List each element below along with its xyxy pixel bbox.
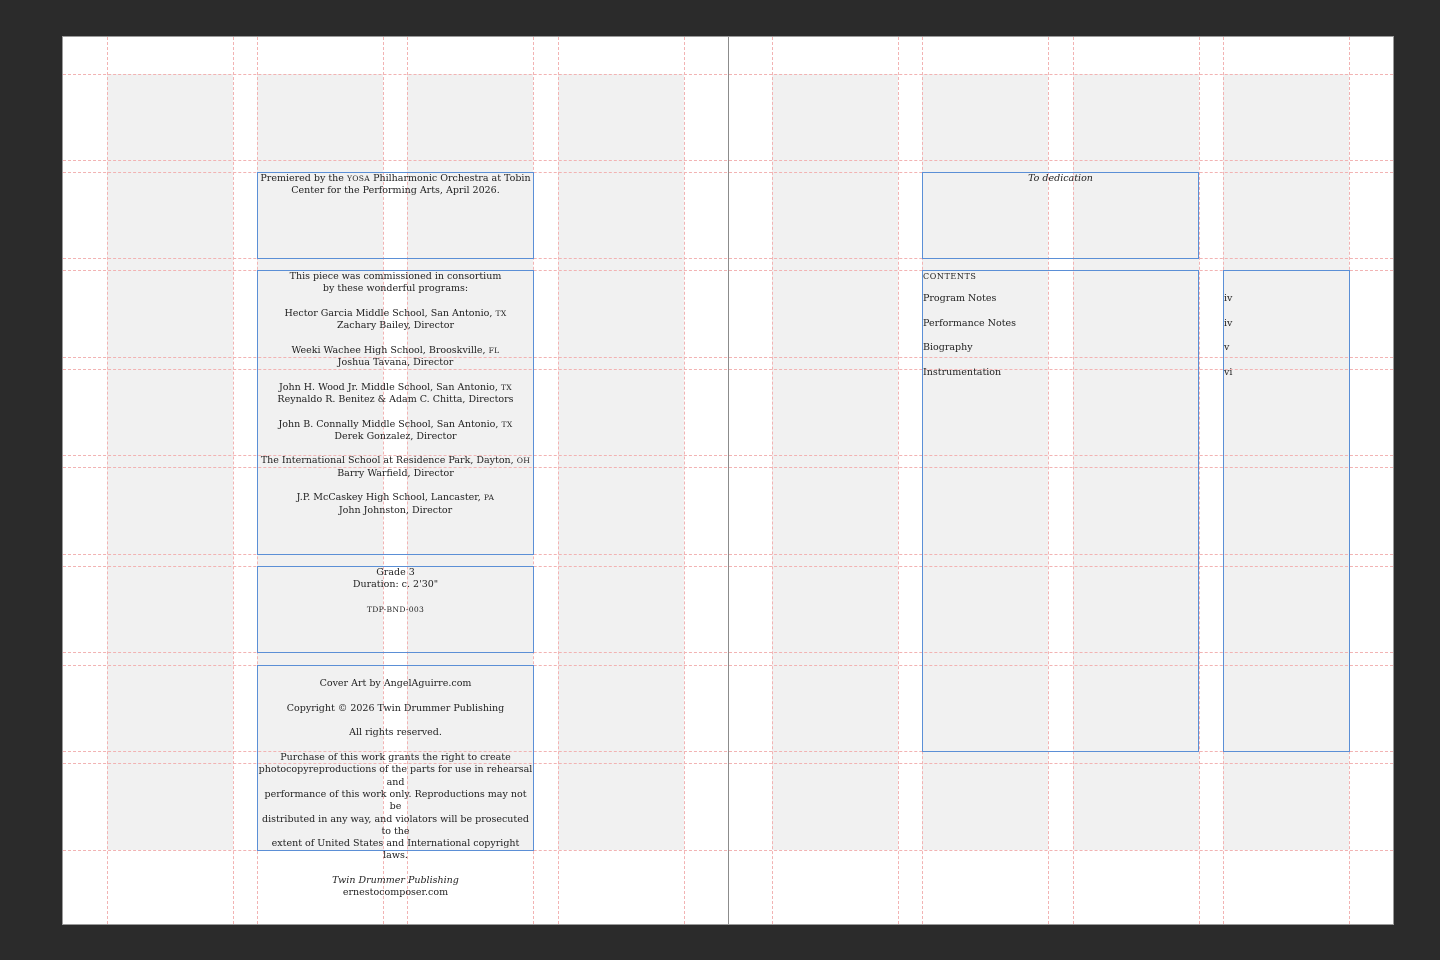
cover-art-credit: Cover Art by AngelAguirre.com	[319, 678, 472, 690]
ensemble-abbrev: YOSA	[346, 174, 371, 183]
program-school: John B. Connally Middle School, San Anto…	[278, 418, 513, 430]
grade-label: Grade 3	[376, 567, 415, 578]
duration-label: Duration: c. 2'30"	[352, 579, 439, 591]
copyright-text-frame[interactable]: Cover Art by AngelAguirre.com Copyright …	[257, 665, 534, 898]
left-page: Premiered by the YOSA Philharmonic Orche…	[63, 37, 728, 924]
program-director: Reynaldo R. Benitez & Adam C. Chitta, Di…	[277, 393, 514, 405]
program-director: Barry Warfield, Director	[337, 467, 454, 479]
commission-text-frame[interactable]: This piece was commissioned in consortiu…	[257, 270, 534, 555]
toc-page-number: v	[1224, 342, 1230, 353]
catalog-number: TDP-BND-003	[366, 604, 425, 614]
publisher-name: Twin Drummer Publishing	[332, 875, 459, 887]
copyright-line: Copyright © 2026 Twin Drummer Publishing	[286, 702, 505, 714]
program-school: J.P. McCaskey High School, Lancaster, PA	[296, 492, 495, 504]
toc-item-instrumentation[interactable]: Instrumentation	[923, 367, 1001, 379]
commission-intro-2: by these wonderful programs:	[322, 283, 469, 295]
toc-item-performance-notes[interactable]: Performance Notes	[923, 318, 1016, 330]
program-school: The International School at Residence Pa…	[260, 455, 531, 467]
toc-page-number: vi	[1224, 367, 1233, 378]
rights-reserved: All rights reserved.	[349, 727, 442, 739]
license-line: photocopyreproductions of the parts for …	[258, 764, 533, 788]
program-director: Derek Gonzalez, Director	[334, 430, 457, 442]
premiere-line-1: Premiered by the YOSA Philharmonic Orche…	[260, 173, 531, 184]
program-director: Zachary Bailey, Director	[336, 320, 454, 332]
license-line: distributed in any way, and violators wi…	[262, 813, 529, 837]
premiere-line-2: Center for the Performing Arts, April 20…	[291, 185, 500, 197]
contents-text-frame[interactable]: CONTENTS Program Notes Performance Notes…	[922, 270, 1199, 752]
program-school: Hector Garcia Middle School, San Antonio…	[284, 307, 507, 319]
toc-page-number: iv	[1224, 293, 1233, 304]
right-page: To dedication CONTENTS Program Notes Per…	[728, 37, 1393, 924]
commission-intro-1: This piece was commissioned in consortiu…	[289, 271, 502, 282]
contents-page-numbers-frame[interactable]: iv iv v vi	[1223, 270, 1350, 752]
page-spread: Premiered by the YOSA Philharmonic Orche…	[62, 36, 1394, 925]
license-line: extent of United States and Internationa…	[271, 838, 520, 862]
program-director: John Johnston, Director	[338, 504, 453, 516]
publisher-website: ernestocomposer.com	[342, 887, 449, 899]
program-school: Weeki Wachee High School, Brooskville, F…	[291, 344, 500, 356]
program-director: Joshua Tavana, Director	[337, 357, 454, 369]
toc-page-number: iv	[1224, 318, 1233, 329]
toc-item-program-notes[interactable]: Program Notes	[923, 293, 996, 305]
license-line: Purchase of this work grants the right t…	[280, 752, 511, 764]
premiere-text-frame[interactable]: Premiered by the YOSA Philharmonic Orche…	[257, 172, 534, 259]
details-text-frame[interactable]: Grade 3 Duration: c. 2'30" TDP-BND-003	[257, 566, 534, 653]
dedication-text-frame[interactable]: To dedication	[922, 172, 1199, 259]
program-school: John H. Wood Jr. Middle School, San Anto…	[278, 381, 512, 393]
contents-heading: CONTENTS	[923, 272, 977, 281]
license-line: performance of this work only. Reproduct…	[264, 788, 527, 813]
dedication-text: To dedication	[1028, 173, 1093, 184]
toc-item-biography[interactable]: Biography	[923, 342, 973, 354]
